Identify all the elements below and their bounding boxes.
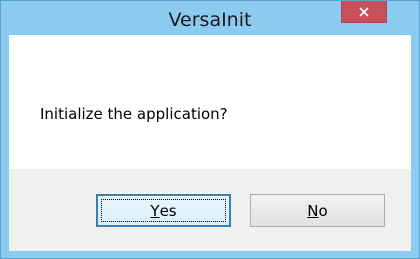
message-area: Initialize the application? xyxy=(9,35,411,169)
dialog-window: VersaInit Initialize the application? Ye… xyxy=(0,0,420,259)
close-button[interactable] xyxy=(341,1,387,23)
focus-ring xyxy=(101,199,226,222)
no-accelerator: N xyxy=(307,201,319,220)
close-icon xyxy=(359,6,369,17)
title-bar[interactable]: VersaInit xyxy=(1,1,419,35)
no-button[interactable]: No xyxy=(250,194,385,227)
button-area: Yes No xyxy=(9,169,411,251)
yes-button[interactable]: Yes xyxy=(96,194,231,227)
no-label-rest: o xyxy=(318,201,328,220)
dialog-client-area: Initialize the application? Yes No xyxy=(9,35,411,251)
dialog-message: Initialize the application? xyxy=(40,105,228,123)
